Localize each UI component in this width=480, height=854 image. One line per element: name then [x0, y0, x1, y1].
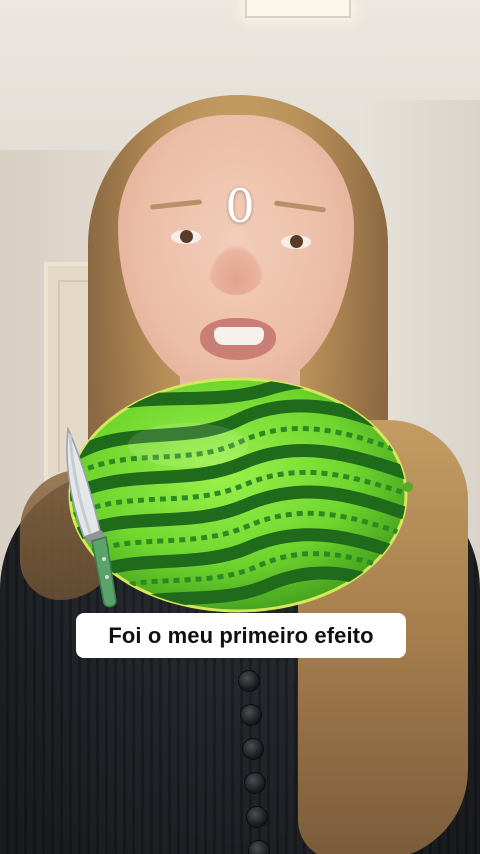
- caption-text: Foi o meu primeiro efeito: [76, 613, 406, 658]
- watermelon-highlight: [128, 423, 248, 467]
- knife-handle: [91, 536, 117, 608]
- camera-scene: 0 Foi o meu primeiro efeito: [0, 0, 480, 854]
- watermelon-stem: [403, 482, 413, 492]
- right-eye: [281, 235, 311, 249]
- sweater-button: [246, 806, 268, 828]
- ceiling-light: [245, 0, 351, 18]
- sweater-button: [244, 772, 266, 794]
- left-eye: [171, 230, 201, 244]
- sweater-button: [240, 704, 262, 726]
- sweater-button: [238, 670, 260, 692]
- person-nose: [208, 245, 264, 295]
- knife-icon: [66, 426, 117, 608]
- score-counter: 0: [225, 179, 255, 233]
- sweater-button: [242, 738, 264, 760]
- person-teeth: [214, 327, 264, 345]
